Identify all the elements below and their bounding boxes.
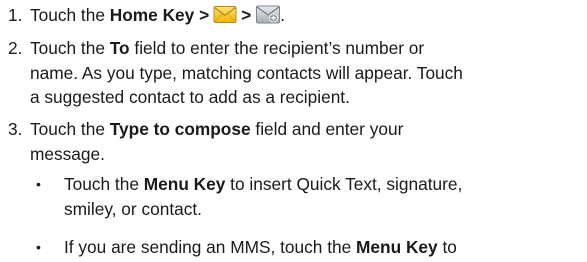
bullet-marker: • — [36, 176, 41, 192]
menu-key-label: Menu Key — [356, 237, 438, 257]
step-number: 1. — [8, 5, 23, 25]
bullet-text: If you are sending an MMS, touch the Men… — [64, 235, 587, 260]
bullet-text-pre: Touch the — [64, 174, 144, 194]
step-lead-text: Touch the — [30, 5, 110, 25]
step-text-line: message. — [30, 143, 105, 164]
bullet-text: Touch the Menu Key to insert Quick Text,… — [64, 172, 587, 221]
type-to-compose-label: Type to compose — [109, 119, 251, 139]
step-text-line: name. As you type, matching contacts wil… — [30, 62, 463, 83]
step-end-punct: . — [280, 5, 286, 25]
step-text: Touch the Home Key > > . — [30, 3, 587, 28]
step-text: Touch the To field to enter the recipien… — [30, 36, 587, 110]
step-text-post: field and enter your — [250, 119, 404, 139]
bullet-text-post: to insert Quick Text, signature, — [225, 174, 463, 194]
step-text-line: a suggested contact to add as a recipien… — [30, 87, 350, 108]
separator-arrow: > — [241, 5, 252, 25]
bullet-text-post: to — [437, 237, 457, 257]
step-text-pre: Touch the — [30, 38, 110, 58]
home-key-label: Home Key > — [109, 5, 210, 25]
step-text-post: field to enter the recipient’s number or — [129, 38, 425, 58]
bullet-marker: • — [36, 239, 41, 255]
to-field-label: To — [109, 38, 130, 58]
envelope-icon — [213, 5, 237, 24]
compose-message-icon — [256, 5, 281, 24]
bullet-text-pre: If you are sending an MMS, touch the — [64, 237, 357, 257]
step-text: Touch the Type to compose field and ente… — [30, 117, 587, 166]
bullet-text-line: smiley, or contact. — [64, 198, 202, 219]
step-number: 3. — [8, 119, 23, 139]
instruction-document: 1. Touch the Home Key > > . 2. Touch the… — [0, 0, 587, 262]
step-number: 2. — [8, 38, 23, 58]
menu-key-label: Menu Key — [143, 174, 226, 194]
step-text-pre: Touch the — [30, 119, 110, 139]
